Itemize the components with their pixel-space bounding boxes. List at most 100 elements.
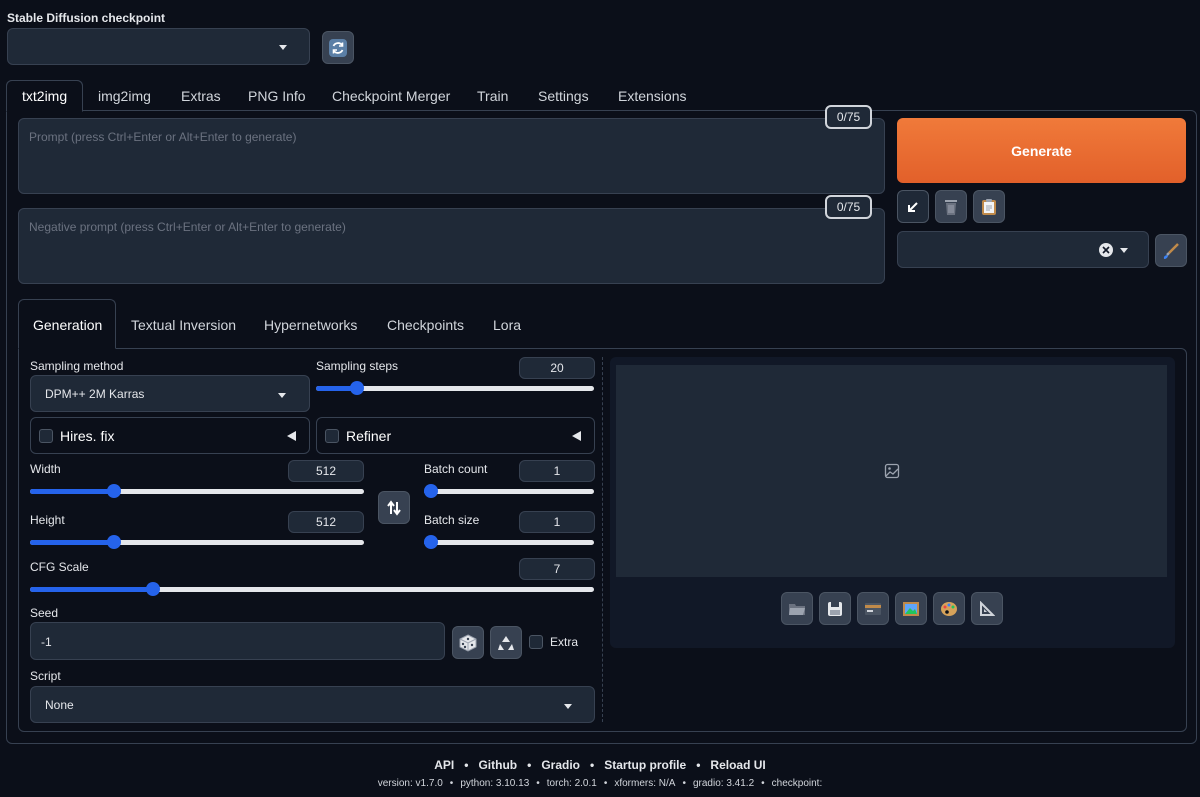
batch-size-slider[interactable] [424, 535, 594, 549]
seed-extra-label: Extra [550, 635, 579, 649]
cfg-scale-slider[interactable] [30, 582, 594, 596]
folder-icon [789, 603, 805, 615]
height-handle[interactable] [107, 535, 121, 549]
open-folder-button[interactable] [781, 592, 813, 625]
footer-link-reload-ui[interactable]: Reload UI [710, 758, 765, 772]
save-button[interactable] [819, 592, 851, 625]
sampling-steps-slider[interactable] [316, 381, 594, 395]
refiner-checkbox[interactable] [325, 429, 339, 443]
picture-icon [903, 601, 919, 616]
tab-train[interactable]: Train [477, 88, 508, 104]
footer-separator: • [464, 758, 469, 772]
send-to-inpaint-button[interactable] [933, 592, 965, 625]
footer-link-github[interactable]: Github [478, 758, 517, 772]
send-to-extras-button[interactable] [971, 592, 1003, 625]
hires-fix-accordion[interactable]: Hires. fix [30, 417, 310, 454]
sampling-steps-handle[interactable] [350, 381, 364, 395]
paintbrush-icon [1163, 242, 1179, 259]
tab-extensions[interactable]: Extensions [618, 88, 686, 104]
tab-png-info[interactable]: PNG Info [248, 88, 306, 104]
width-handle[interactable] [107, 484, 121, 498]
column-divider [602, 357, 603, 722]
footer-separator: • [761, 778, 765, 789]
negative-prompt-placeholder: Negative prompt (press Ctrl+Enter or Alt… [29, 220, 346, 234]
random-seed-button[interactable] [452, 626, 484, 659]
tab-hypernetworks[interactable]: Hypernetworks [264, 317, 357, 333]
zip-icon [865, 602, 881, 615]
refiner-accordion[interactable]: Refiner [316, 417, 595, 454]
output-image-area [616, 365, 1167, 577]
edit-styles-button[interactable] [1155, 234, 1187, 267]
prompt-placeholder: Prompt (press Ctrl+Enter or Alt+Enter to… [29, 130, 297, 144]
footer-link-api[interactable]: API [434, 758, 454, 772]
batch-count-handle[interactable] [424, 484, 438, 498]
negative-prompt-input[interactable]: Negative prompt (press Ctrl+Enter or Alt… [18, 208, 885, 284]
tab-txt2img-label[interactable]: txt2img [22, 88, 67, 104]
tab-extras[interactable]: Extras [181, 88, 221, 104]
hires-fix-checkbox[interactable] [39, 429, 53, 443]
seed-label: Seed [30, 606, 59, 620]
zip-button[interactable] [857, 592, 889, 625]
clear-x-icon[interactable] [1099, 243, 1113, 257]
footer-separator: • [696, 758, 701, 772]
chevron-down-icon [279, 45, 287, 50]
cfg-scale-fill [30, 587, 153, 592]
refresh-checkpoint-button[interactable] [322, 31, 354, 64]
width-label: Width [30, 462, 61, 476]
script-value: None [45, 698, 74, 712]
prompt-input[interactable]: Prompt (press Ctrl+Enter or Alt+Enter to… [18, 118, 885, 194]
footer-separator: • [536, 778, 540, 789]
seed-input[interactable]: -1 [30, 622, 445, 660]
refiner-label: Refiner [346, 428, 392, 444]
footer-separator: • [589, 758, 595, 772]
height-input[interactable]: 512 [288, 511, 364, 533]
tab-settings[interactable]: Settings [538, 88, 589, 104]
clear-prompt-button[interactable] [935, 190, 967, 223]
checkpoint-label: Stable Diffusion checkpoint [7, 11, 166, 25]
height-label: Height [30, 513, 65, 527]
height-slider[interactable] [30, 535, 364, 549]
tab-checkpoint-merger[interactable]: Checkpoint Merger [332, 88, 450, 104]
tab-textual-inversion[interactable]: Textual Inversion [131, 317, 236, 333]
sampling-steps-input[interactable]: 20 [519, 357, 595, 379]
tab-lora[interactable]: Lora [493, 317, 521, 333]
seed-extra-checkbox[interactable] [529, 635, 543, 649]
footer-link-startup-profile[interactable]: Startup profile [604, 758, 686, 772]
recycle-icon [498, 635, 514, 650]
read-params-button[interactable] [897, 190, 929, 223]
cfg-scale-handle[interactable] [146, 582, 160, 596]
sampling-method-value: DPM++ 2M Karras [45, 387, 145, 401]
batch-size-input[interactable]: 1 [519, 511, 595, 533]
batch-count-slider[interactable] [424, 484, 594, 498]
width-input[interactable]: 512 [288, 460, 364, 482]
footer-separator: • [682, 778, 686, 789]
send-to-img2img-button[interactable] [895, 592, 927, 625]
tab-checkpoints[interactable]: Checkpoints [387, 317, 464, 333]
dice-icon [459, 633, 477, 652]
tab-generation-label[interactable]: Generation [33, 317, 102, 333]
tab-img2img[interactable]: img2img [98, 88, 151, 104]
version-text: version: v1.7.0 [377, 778, 443, 789]
script-dropdown[interactable]: None [30, 686, 595, 723]
footer-link-gradio[interactable]: Gradio [541, 758, 580, 772]
styles-dropdown[interactable] [897, 231, 1149, 268]
batch-size-handle[interactable] [424, 535, 438, 549]
collapse-triangle-icon [287, 431, 296, 441]
negative-prompt-token-counter: 0/75 [825, 195, 872, 219]
generate-button[interactable]: Generate [897, 118, 1186, 183]
seed-value: -1 [41, 635, 52, 649]
batch-count-input[interactable]: 1 [519, 460, 595, 482]
checkpoint-dropdown[interactable] [7, 28, 310, 65]
width-slider[interactable] [30, 484, 364, 498]
cfg-scale-input[interactable]: 7 [519, 558, 595, 580]
footer-separator: • [603, 778, 608, 789]
reuse-seed-button[interactable] [490, 626, 522, 659]
prompt-token-counter: 0/75 [825, 105, 872, 129]
batch-count-label: Batch count [424, 462, 488, 476]
swap-dimensions-button[interactable] [378, 491, 410, 524]
batch-size-label: Batch size [424, 513, 480, 527]
paste-styles-button[interactable] [973, 190, 1005, 223]
palette-icon [941, 601, 957, 616]
sampling-method-dropdown[interactable]: DPM++ 2M Karras [30, 375, 310, 412]
trash-icon [945, 199, 957, 215]
